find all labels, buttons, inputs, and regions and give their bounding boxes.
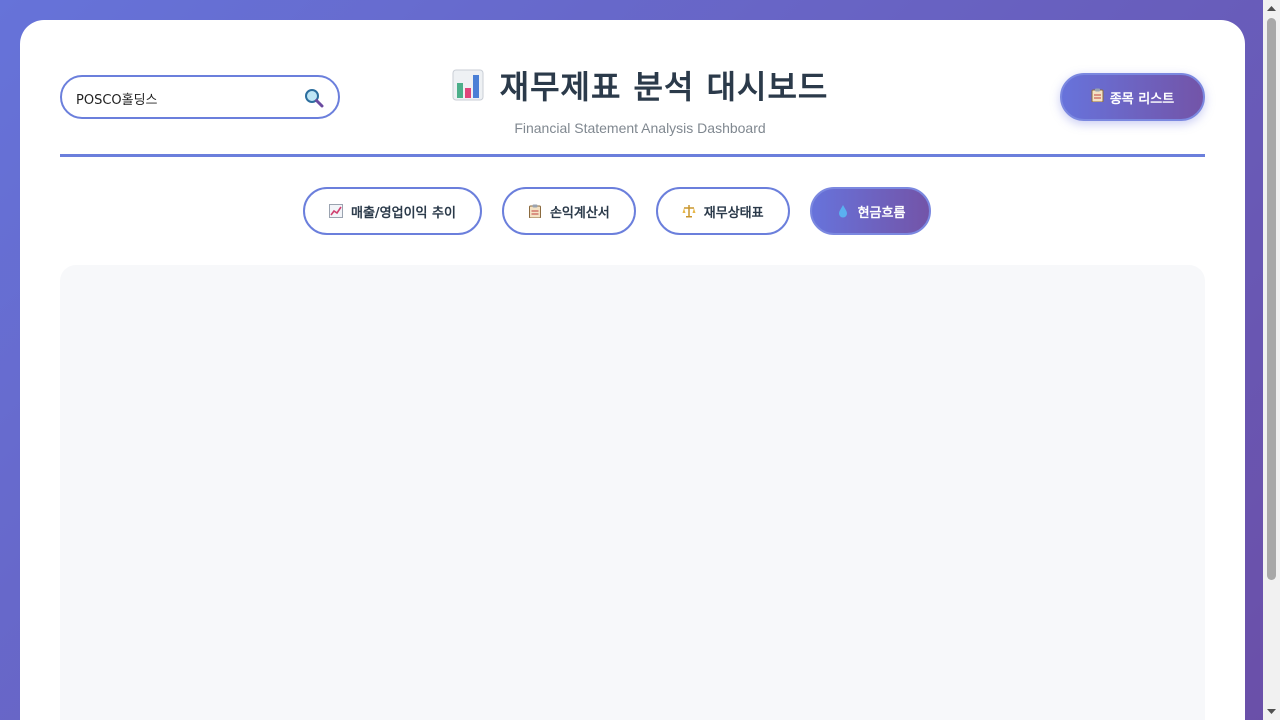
tab-cash-flow[interactable]: 현금흐름: [809, 187, 932, 235]
tab-bar: 매출/영업이익 추이 손익계산서 재무상태표 현금흐름: [303, 187, 932, 235]
trend-chart-icon: [329, 204, 343, 218]
stock-list-button[interactable]: 종목 리스트: [1060, 73, 1205, 121]
page-title: 재무제표 분석 대시보드: [499, 68, 829, 106]
clipboard-icon: [1091, 88, 1104, 106]
main-card: 재무제표 분석 대시보드 Financial Statement Analysi…: [20, 20, 1245, 720]
tab-label: 매출/영업이익 추이: [351, 205, 456, 221]
droplet-icon: [836, 204, 850, 218]
balance-scale-icon: [682, 204, 696, 218]
tab-income-statement[interactable]: 손익계산서: [501, 187, 636, 235]
tab-content-panel: [60, 265, 1205, 720]
search-icon[interactable]: [304, 88, 324, 108]
bar-chart-icon: [452, 69, 484, 101]
scrollbar-thumb[interactable]: [1267, 18, 1276, 580]
stock-list-label: 종목 리스트: [1109, 91, 1175, 107]
clipboard-icon: [528, 204, 542, 219]
scroll-up-arrow-icon[interactable]: [1263, 0, 1280, 17]
tab-revenue-trend[interactable]: 매출/영업이익 추이: [303, 187, 482, 235]
vertical-scrollbar[interactable]: [1263, 0, 1280, 720]
search-box[interactable]: [60, 75, 340, 119]
tab-label: 현금흐름: [857, 205, 906, 221]
tab-label: 재무상태표: [703, 205, 764, 221]
tab-balance-sheet[interactable]: 재무상태표: [655, 187, 790, 235]
header: 재무제표 분석 대시보드 Financial Statement Analysi…: [60, 20, 1205, 157]
search-input[interactable]: [76, 87, 296, 109]
tab-label: 손익계산서: [549, 205, 610, 221]
scroll-down-arrow-icon[interactable]: [1263, 703, 1280, 720]
title-block: 재무제표 분석 대시보드 Financial Statement Analysi…: [440, 62, 840, 136]
page-subtitle: Financial Statement Analysis Dashboard: [514, 120, 766, 136]
